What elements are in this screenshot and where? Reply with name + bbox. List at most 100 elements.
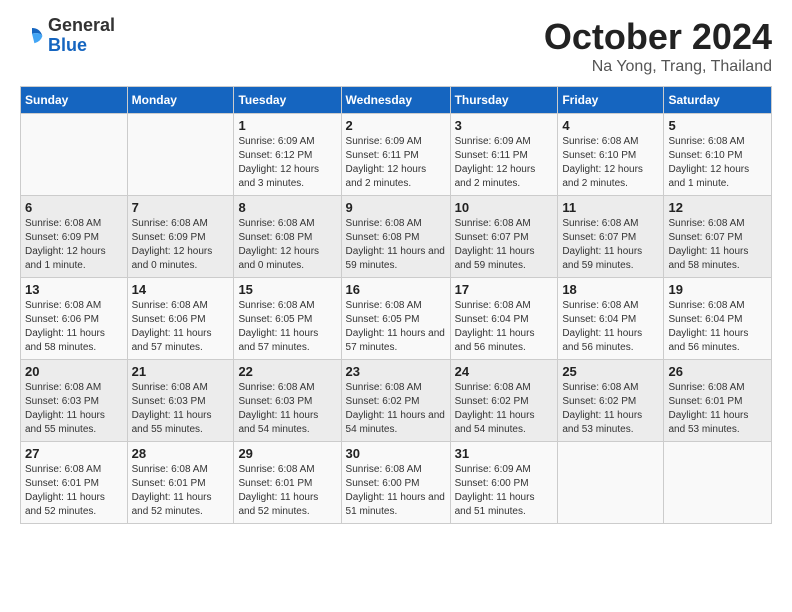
day-detail: Sunrise: 6:08 AMSunset: 6:01 PMDaylight:… xyxy=(238,463,336,519)
day-detail: Sunrise: 6:08 AMSunset: 6:04 PMDaylight:… xyxy=(562,299,659,355)
day-detail: Sunrise: 6:08 AMSunset: 6:04 PMDaylight:… xyxy=(455,299,554,355)
day-cell: 7Sunrise: 6:08 AMSunset: 6:09 PMDaylight… xyxy=(127,196,234,278)
day-number: 9 xyxy=(346,200,446,215)
day-cell: 22Sunrise: 6:08 AMSunset: 6:03 PMDayligh… xyxy=(234,360,341,442)
day-cell: 11 Sunrise: 6:08 AMSunset: 6:07 PMDayligh… xyxy=(558,196,664,278)
day-detail: Sunrise: 6:09 AMSunset: 6:11 PMDaylight:… xyxy=(455,135,554,191)
day-cell xyxy=(558,442,664,524)
day-cell: 29 Sunrise: 6:08 AMSunset: 6:01 PMDayligh… xyxy=(234,442,341,524)
day-detail: Sunrise: 6:08 AMSunset: 6:10 PMDaylight:… xyxy=(668,135,767,191)
day-number: 10 xyxy=(455,200,554,215)
day-detail: Sunrise: 6:08 AMSunset: 6:10 PMDaylight:… xyxy=(562,135,659,191)
day-cell: 16 Sunrise: 6:08 AMSunset: 6:05 PMDayligh… xyxy=(341,278,450,360)
day-cell: 3Sunrise: 6:09 AMSunset: 6:11 PMDaylight… xyxy=(450,114,558,196)
day-detail: Sunrise: 6:09 AMSunset: 6:12 PMDaylight:… xyxy=(238,135,336,191)
day-cell: 9 Sunrise: 6:08 AMSunset: 6:08 PMDaylight… xyxy=(341,196,450,278)
logo: General Blue xyxy=(20,16,115,56)
day-detail: Sunrise: 6:08 AMSunset: 6:03 PMDaylight:… xyxy=(238,381,336,437)
day-detail: Sunrise: 6:08 AMSunset: 6:08 PMDaylight:… xyxy=(238,217,336,273)
logo-icon xyxy=(20,24,44,48)
day-cell: 8Sunrise: 6:08 AMSunset: 6:08 PMDaylight… xyxy=(234,196,341,278)
day-detail: Sunrise: 6:08 AMSunset: 6:03 PMDaylight:… xyxy=(25,381,123,437)
week-row-1: 1 Sunrise: 6:09 AMSunset: 6:12 PMDaylight… xyxy=(21,114,772,196)
calendar-body: 1 Sunrise: 6:09 AMSunset: 6:12 PMDaylight… xyxy=(21,114,772,524)
day-cell: 6Sunrise: 6:08 AMSunset: 6:09 PMDaylight… xyxy=(21,196,128,278)
day-number: 13 xyxy=(25,282,123,297)
day-cell: 24Sunrise: 6:08 AMSunset: 6:02 PMDayligh… xyxy=(450,360,558,442)
day-cell xyxy=(127,114,234,196)
logo-text: General Blue xyxy=(48,16,115,56)
week-row-4: 20Sunrise: 6:08 AMSunset: 6:03 PMDayligh… xyxy=(21,360,772,442)
day-cell: 2 Sunrise: 6:09 AMSunset: 6:11 PMDaylight… xyxy=(341,114,450,196)
day-cell: 4Sunrise: 6:08 AMSunset: 6:10 PMDaylight… xyxy=(558,114,664,196)
day-detail: Sunrise: 6:08 AMSunset: 6:02 PMDaylight:… xyxy=(562,381,659,437)
day-cell: 27 Sunrise: 6:08 AMSunset: 6:01 PMDayligh… xyxy=(21,442,128,524)
header-cell-friday: Friday xyxy=(558,87,664,114)
day-number: 24 xyxy=(455,364,554,379)
day-cell: 21Sunrise: 6:08 AMSunset: 6:03 PMDayligh… xyxy=(127,360,234,442)
day-cell: 1 Sunrise: 6:09 AMSunset: 6:12 PMDaylight… xyxy=(234,114,341,196)
day-number: 16 xyxy=(346,282,446,297)
day-cell: 25 Sunrise: 6:08 AMSunset: 6:02 PMDayligh… xyxy=(558,360,664,442)
day-cell: 20Sunrise: 6:08 AMSunset: 6:03 PMDayligh… xyxy=(21,360,128,442)
day-number: 12 xyxy=(668,200,767,215)
week-row-3: 13Sunrise: 6:08 AMSunset: 6:06 PMDayligh… xyxy=(21,278,772,360)
day-number: 23 xyxy=(346,364,446,379)
header-cell-tuesday: Tuesday xyxy=(234,87,341,114)
day-cell: 14Sunrise: 6:08 AMSunset: 6:06 PMDayligh… xyxy=(127,278,234,360)
calendar-table: SundayMondayTuesdayWednesdayThursdayFrid… xyxy=(20,86,772,524)
day-cell: 5 Sunrise: 6:08 AMSunset: 6:10 PMDaylight… xyxy=(664,114,772,196)
logo-blue: Blue xyxy=(48,36,115,56)
day-number: 2 xyxy=(346,118,446,133)
day-detail: Sunrise: 6:09 AMSunset: 6:00 PMDaylight:… xyxy=(455,463,554,519)
day-detail: Sunrise: 6:08 AMSunset: 6:08 PMDaylight:… xyxy=(346,217,446,273)
day-number: 28 xyxy=(132,446,230,461)
header-cell-saturday: Saturday xyxy=(664,87,772,114)
day-number: 14 xyxy=(132,282,230,297)
day-cell: 17Sunrise: 6:08 AMSunset: 6:04 PMDayligh… xyxy=(450,278,558,360)
day-detail: Sunrise: 6:08 AMSunset: 6:05 PMDaylight:… xyxy=(346,299,446,355)
day-number: 7 xyxy=(132,200,230,215)
header-cell-sunday: Sunday xyxy=(21,87,128,114)
day-detail: Sunrise: 6:08 AMSunset: 6:04 PMDaylight:… xyxy=(668,299,767,355)
location: Na Yong, Trang, Thailand xyxy=(544,58,772,76)
day-cell: 28 Sunrise: 6:08 AMSunset: 6:01 PMDayligh… xyxy=(127,442,234,524)
day-cell: 13Sunrise: 6:08 AMSunset: 6:06 PMDayligh… xyxy=(21,278,128,360)
day-detail: Sunrise: 6:08 AMSunset: 6:02 PMDaylight:… xyxy=(346,381,446,437)
week-row-2: 6Sunrise: 6:08 AMSunset: 6:09 PMDaylight… xyxy=(21,196,772,278)
day-cell xyxy=(664,442,772,524)
day-detail: Sunrise: 6:09 AMSunset: 6:11 PMDaylight:… xyxy=(346,135,446,191)
month-title: October 2024 xyxy=(544,16,772,58)
day-number: 11 xyxy=(562,200,659,215)
day-cell: 15Sunrise: 6:08 AMSunset: 6:05 PMDayligh… xyxy=(234,278,341,360)
day-cell: 30Sunrise: 6:08 AMSunset: 6:00 PMDayligh… xyxy=(341,442,450,524)
day-detail: Sunrise: 6:08 AMSunset: 6:01 PMDaylight:… xyxy=(132,463,230,519)
day-cell: 19 Sunrise: 6:08 AMSunset: 6:04 PMDayligh… xyxy=(664,278,772,360)
day-cell: 26 Sunrise: 6:08 AMSunset: 6:01 PMDayligh… xyxy=(664,360,772,442)
day-number: 29 xyxy=(238,446,336,461)
logo-general: General xyxy=(48,16,115,36)
day-detail: Sunrise: 6:08 AMSunset: 6:07 PMDaylight:… xyxy=(668,217,767,273)
day-number: 5 xyxy=(668,118,767,133)
day-detail: Sunrise: 6:08 AMSunset: 6:01 PMDaylight:… xyxy=(668,381,767,437)
day-number: 26 xyxy=(668,364,767,379)
day-number: 1 xyxy=(238,118,336,133)
week-row-5: 27 Sunrise: 6:08 AMSunset: 6:01 PMDayligh… xyxy=(21,442,772,524)
day-detail: Sunrise: 6:08 AMSunset: 6:05 PMDaylight:… xyxy=(238,299,336,355)
day-number: 18 xyxy=(562,282,659,297)
day-cell xyxy=(21,114,128,196)
day-cell: 18 Sunrise: 6:08 AMSunset: 6:04 PMDayligh… xyxy=(558,278,664,360)
day-number: 31 xyxy=(455,446,554,461)
day-cell: 31 Sunrise: 6:09 AMSunset: 6:00 PMDayligh… xyxy=(450,442,558,524)
day-number: 27 xyxy=(25,446,123,461)
day-detail: Sunrise: 6:08 AMSunset: 6:07 PMDaylight:… xyxy=(455,217,554,273)
day-cell: 23 Sunrise: 6:08 AMSunset: 6:02 PMDayligh… xyxy=(341,360,450,442)
day-detail: Sunrise: 6:08 AMSunset: 6:07 PMDaylight:… xyxy=(562,217,659,273)
day-number: 6 xyxy=(25,200,123,215)
day-detail: Sunrise: 6:08 AMSunset: 6:03 PMDaylight:… xyxy=(132,381,230,437)
header-cell-wednesday: Wednesday xyxy=(341,87,450,114)
day-number: 25 xyxy=(562,364,659,379)
day-detail: Sunrise: 6:08 AMSunset: 6:01 PMDaylight:… xyxy=(25,463,123,519)
header-cell-thursday: Thursday xyxy=(450,87,558,114)
day-number: 19 xyxy=(668,282,767,297)
